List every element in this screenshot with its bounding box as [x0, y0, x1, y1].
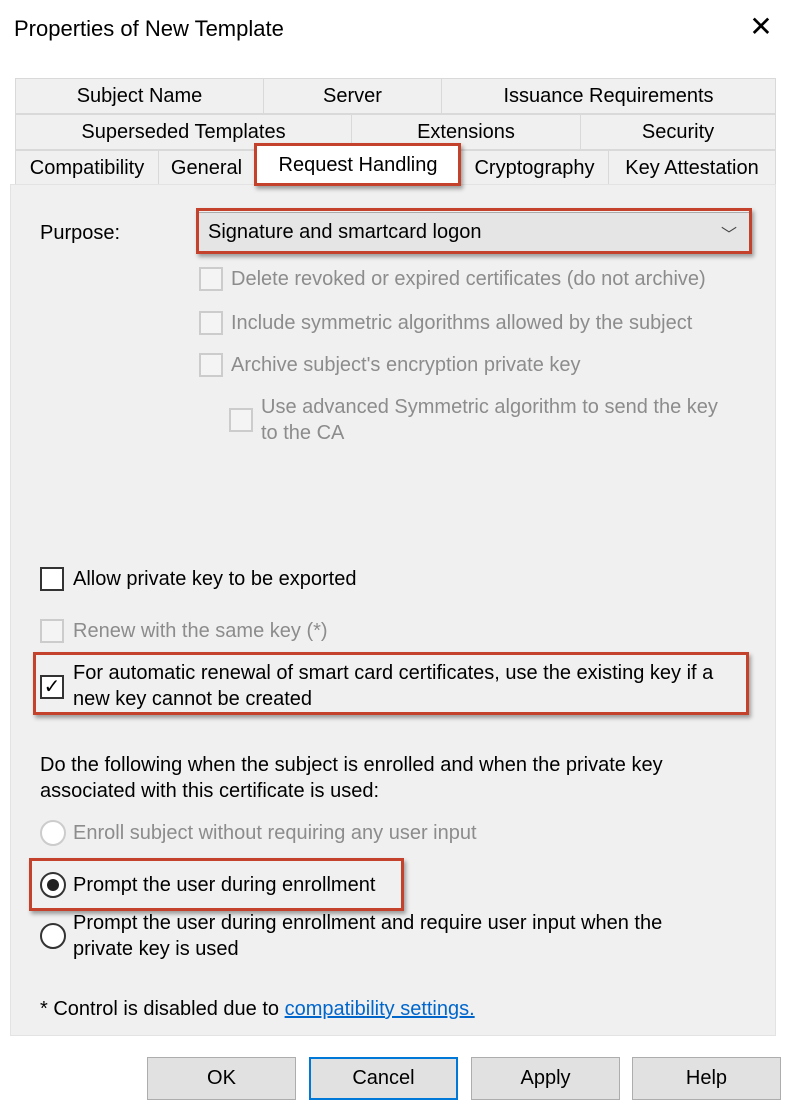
archive-key-label: Archive subject's encryption private key	[231, 354, 581, 376]
radio-selected-dot	[47, 879, 59, 891]
enroll-without-input-radio[interactable]	[40, 820, 66, 846]
delete-revoked-label: Delete revoked or expired certificates (…	[231, 268, 706, 290]
window-title: Properties of New Template	[14, 16, 284, 41]
include-symmetric-checkbox[interactable]	[199, 311, 223, 335]
allow-export-checkbox[interactable]	[40, 567, 64, 591]
tab-key-attestation[interactable]: Key Attestation	[608, 150, 776, 186]
tab-compatibility[interactable]: Compatibility	[15, 150, 159, 186]
advanced-symmetric-checkbox[interactable]	[229, 408, 253, 432]
chevron-down-icon: ﹀	[720, 227, 737, 244]
tab-issuance-requirements[interactable]: Issuance Requirements	[441, 78, 776, 114]
auto-renewal-checkbox[interactable]: ✓	[40, 675, 64, 699]
cancel-button[interactable]: Cancel	[309, 1057, 458, 1100]
renew-same-key-checkbox[interactable]	[40, 619, 64, 643]
tab-cryptography[interactable]: Cryptography	[460, 150, 609, 186]
prompt-during-enrollment-radio[interactable]	[40, 872, 66, 898]
archive-key-checkbox[interactable]	[199, 353, 223, 377]
enrollment-description-2: associated with this certificate is used…	[40, 780, 380, 802]
ok-button[interactable]: OK	[147, 1057, 296, 1100]
tab-request-handling[interactable]: Request Handling	[256, 145, 460, 185]
prompt-and-require-input-label-2: private key is used	[73, 938, 239, 960]
purpose-label: Purpose:	[40, 222, 121, 244]
tab-security[interactable]: Security	[580, 114, 776, 150]
delete-revoked-checkbox[interactable]	[199, 267, 223, 291]
allow-export-label: Allow private key to be exported	[73, 568, 357, 590]
enrollment-description-1: Do the following when the subject is enr…	[40, 754, 663, 776]
purpose-dropdown[interactable]: Signature and smartcard logon ﹀	[198, 212, 750, 252]
advanced-symmetric-label-2: to the CA	[261, 422, 345, 444]
tab-general[interactable]: General	[158, 150, 255, 186]
prompt-during-enrollment-label: Prompt the user during enrollment	[73, 874, 376, 896]
tab-subject-name[interactable]: Subject Name	[15, 78, 264, 114]
purpose-value: Signature and smartcard logon	[208, 220, 482, 243]
auto-renewal-label-2: new key cannot be created	[73, 688, 313, 710]
auto-renewal-label-1: For automatic renewal of smart card cert…	[73, 662, 714, 684]
footnote: * Control is disabled due to compatibili…	[40, 996, 475, 1022]
tab-server[interactable]: Server	[263, 78, 442, 114]
advanced-symmetric-label-1: Use advanced Symmetric algorithm to send…	[261, 396, 718, 418]
include-symmetric-label: Include symmetric algorithms allowed by …	[231, 312, 693, 334]
enroll-without-input-label: Enroll subject without requiring any use…	[73, 822, 477, 844]
prompt-and-require-input-label-1: Prompt the user during enrollment and re…	[73, 912, 663, 934]
renew-same-key-label: Renew with the same key (*)	[73, 620, 328, 642]
apply-button[interactable]: Apply	[471, 1057, 620, 1100]
footnote-text: * Control is disabled due to	[40, 998, 285, 1020]
prompt-and-require-input-radio[interactable]	[40, 923, 66, 949]
help-button[interactable]: Help	[632, 1057, 781, 1100]
checkmark-icon: ✓	[43, 676, 61, 698]
close-icon[interactable]: ✕	[746, 10, 776, 43]
compatibility-settings-link[interactable]: compatibility settings.	[285, 998, 475, 1020]
